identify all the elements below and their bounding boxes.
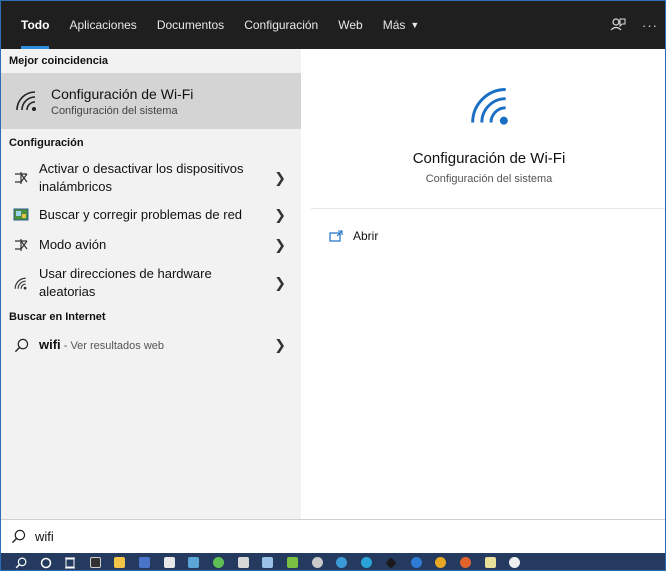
best-match-subtitle: Configuración del sistema [51,104,178,117]
shield-app-icon[interactable] [207,553,231,570]
tab-all[interactable]: Todo [11,1,59,49]
settings-item-random-hardware-addresses[interactable]: Usar direcciones de hardware aleatorias … [1,261,301,305]
notepad-icon[interactable] [478,553,502,570]
tab-label: Configuración [244,18,319,32]
tab-documents[interactable]: Documentos [147,1,234,49]
feedback-icon-svg [610,18,626,31]
preview-title: Configuración de Wi-Fi [412,150,566,167]
caret-down-icon: ▼ [410,20,420,30]
network-troubleshoot-icon [11,208,31,222]
web-query: wifi [39,336,61,352]
open-action[interactable]: Abrir [329,229,378,243]
web-result-item[interactable]: wifi - Ver resultados web ❯ [1,329,301,361]
settings-item-label: Usar direcciones de hardware aleatorias [39,266,212,299]
settings-item-label: Activar o desactivar los dispositivos in… [39,161,244,194]
tab-label: Aplicaciones [69,18,137,32]
qr-app-icon[interactable] [157,553,181,570]
wifi-small-icon [11,277,31,290]
best-match-title: Configuración de Wi-Fi [51,85,194,102]
search-icon[interactable] [9,553,33,570]
chevron-right-icon[interactable]: ❯ [274,207,286,224]
paint-app-icon[interactable] [231,553,255,570]
preview-panel: Configuración de Wi-Fi Configuración del… [311,59,665,519]
cloud-app-icon[interactable] [305,553,329,570]
chevron-right-icon[interactable]: ❯ [274,170,286,187]
results-panel: Mejor coincidencia Configuración de Wi-F… [1,49,301,519]
taskbar [1,553,665,570]
wifi-icon [16,91,36,111]
wifi-icon [471,88,508,125]
web-results-suffix: - Ver resultados web [60,339,165,352]
chevron-right-icon[interactable]: ❯ [274,275,286,292]
internet-heading: Buscar en Internet [9,311,106,323]
plant-app-icon[interactable] [281,553,305,570]
settings-item-airplane-mode[interactable]: Modo avión ❯ [1,229,301,261]
edge-icon[interactable] [330,553,354,570]
tab-label: Documentos [156,18,225,32]
floppy-icon[interactable] [132,553,156,570]
photos-icon[interactable] [503,553,527,570]
preview-subtitle: Configuración del sistema [425,173,553,185]
cube-app-icon[interactable] [256,553,280,570]
search-icon [11,529,26,544]
teams-icon[interactable] [355,553,379,570]
chevron-right-icon[interactable]: ❯ [274,337,286,354]
settings-item-network-troubleshoot[interactable]: Buscar y corregir problemas de red ❯ [1,201,301,229]
best-match-heading: Mejor coincidencia [9,55,109,67]
chrome-icon[interactable] [429,553,453,570]
preview-header: Configuración de Wi-Fi Configuración del… [311,59,665,209]
tab-settings[interactable]: Configuración [234,1,328,49]
tab-apps[interactable]: Aplicaciones [59,1,146,49]
settings-item-label: Modo avión [39,237,107,252]
search-icon [11,338,31,353]
tab-web[interactable]: Web [328,1,372,49]
file-explorer-icon[interactable] [108,553,132,570]
terminal-icon[interactable] [83,553,107,570]
settings-item-label: Buscar y corregir problemas de red [39,207,243,222]
settings-heading: Configuración [9,137,84,149]
diamond-app-icon[interactable] [379,553,403,570]
task-view-icon[interactable] [58,553,82,570]
tab-label: Web [338,18,363,32]
search-window: Todo Aplicaciones Documentos Configuraci… [0,0,666,571]
firefox-icon[interactable] [453,553,477,570]
tab-bar: Todo Aplicaciones Documentos Configuraci… [1,1,665,49]
feedback-icon[interactable] [605,1,631,49]
cortana-icon[interactable] [34,553,58,570]
tab-label: Más [382,18,406,32]
wireless-devices-icon [11,170,31,186]
airplane-mode-icon [11,237,31,253]
more-options-icon[interactable]: ··· [637,1,663,49]
best-match-item[interactable]: Configuración de Wi-Fi Configuración del… [1,73,301,129]
fish-app-icon[interactable] [404,553,428,570]
chevron-right-icon[interactable]: ❯ [274,237,286,254]
search-box[interactable]: wifi [1,519,665,553]
open-label: Abrir [353,229,379,243]
open-icon [329,230,343,242]
tab-label: Todo [21,18,50,32]
search-input[interactable]: wifi [35,529,54,544]
settings-item-wireless-devices[interactable]: Activar o desactivar los dispositivos in… [1,155,301,201]
tab-more[interactable]: Más ▼ [373,1,430,49]
display-icon[interactable] [182,553,206,570]
